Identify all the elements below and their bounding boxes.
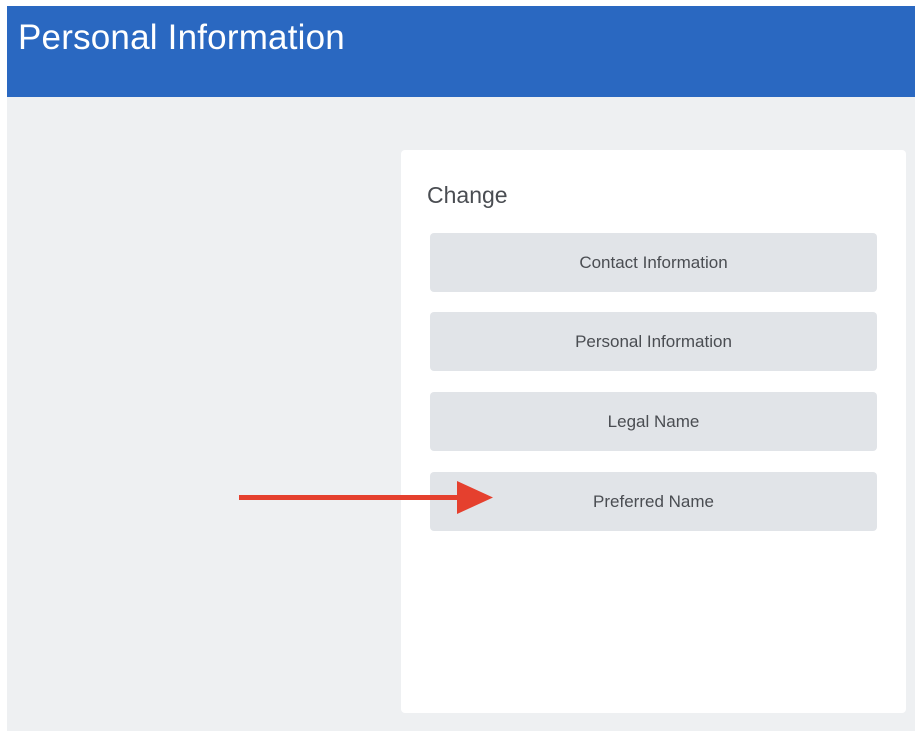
page-title: Personal Information [18,18,345,57]
page-frame: Personal Information Change Contact Info… [7,6,915,731]
legal-name-button[interactable]: Legal Name [430,392,877,451]
right-arrow-icon [239,481,493,514]
change-card: Change Contact Information Personal Info… [401,150,906,713]
personal-information-button[interactable]: Personal Information [430,312,877,371]
contact-information-button[interactable]: Contact Information [430,233,877,292]
card-heading: Change [427,182,508,208]
arrow-shaft [239,495,461,500]
arrow-head [457,481,493,514]
page-header: Personal Information [7,6,915,97]
